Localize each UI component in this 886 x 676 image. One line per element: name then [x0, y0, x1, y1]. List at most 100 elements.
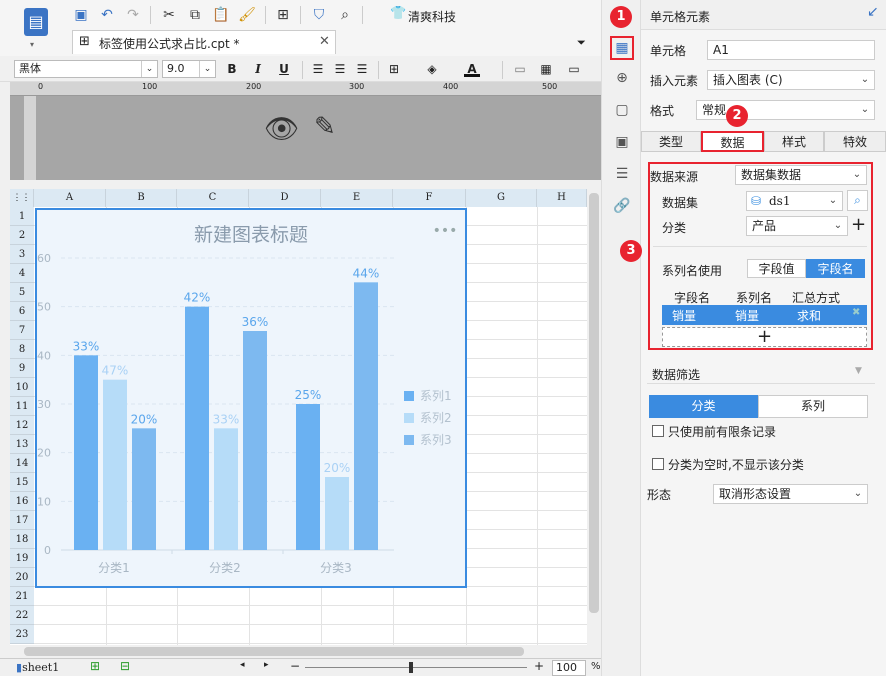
category-select[interactable]: 产品 ⌄	[746, 216, 848, 236]
column-header[interactable]: B	[106, 189, 177, 207]
zoom-in-icon[interactable]: +	[534, 659, 544, 673]
series-field-name-option[interactable]: 字段名	[806, 259, 865, 278]
row-header[interactable]: 1	[10, 207, 34, 226]
cell-input[interactable]: A1	[707, 40, 875, 60]
tab-style[interactable]: 样式	[764, 131, 824, 152]
search-icon[interactable]: ⌕	[847, 190, 868, 211]
redo-icon[interactable]: ↷	[124, 6, 142, 24]
row-header[interactable]: 11	[10, 397, 34, 416]
align-center-icon[interactable]: ☰	[332, 61, 348, 77]
tab-type[interactable]: 类型	[641, 131, 701, 152]
style-icon[interactable]: ▢	[612, 100, 632, 120]
column-header[interactable]: D	[249, 189, 321, 207]
column-header[interactable]: E	[321, 189, 393, 207]
column-header[interactable]: G	[466, 189, 537, 207]
company-label[interactable]: 清爽科技	[408, 8, 456, 25]
format-painter-icon[interactable]: 🖌	[238, 6, 256, 24]
border-icon[interactable]: ⊞	[386, 61, 402, 77]
column-header[interactable]: C	[177, 189, 249, 207]
sheet-tab[interactable]: ▮sheet1	[16, 661, 59, 674]
close-icon[interactable]: ✕	[319, 34, 330, 49]
vertical-scrollbar[interactable]	[587, 189, 601, 645]
add-category-icon[interactable]: +	[851, 214, 866, 235]
scroll-left-icon[interactable]: ◂	[240, 660, 245, 670]
tab-list-icon[interactable]: ⏷	[577, 36, 586, 50]
save-icon[interactable]: ▣	[72, 6, 90, 24]
zoom-slider-handle[interactable]	[409, 662, 413, 673]
table-row[interactable]: 销量 销量 求和 ✖	[662, 305, 867, 325]
logo-dropdown-icon[interactable]: ▾	[30, 40, 34, 49]
row-header[interactable]: 20	[10, 568, 34, 587]
dataset-select[interactable]: ⛁ ds1 ⌄	[746, 191, 843, 211]
zoom-slider[interactable]	[305, 662, 527, 673]
scroll-right-icon[interactable]: ▸	[264, 660, 269, 670]
filter-header[interactable]: 数据筛选 ▼	[647, 360, 875, 384]
hide-icon[interactable]: 👁	[264, 112, 300, 145]
row-header[interactable]: 7	[10, 321, 34, 340]
filter-category-tab[interactable]: 分类	[649, 395, 758, 418]
cut-icon[interactable]: ✂	[160, 6, 178, 24]
row-header[interactable]: 19	[10, 549, 34, 568]
column-header[interactable]: H	[537, 189, 587, 207]
unmerge-icon[interactable]: ▭	[566, 61, 582, 77]
row-header[interactable]: 9	[10, 359, 34, 378]
zoom-input[interactable]: 100	[552, 660, 586, 676]
row-header[interactable]: 13	[10, 435, 34, 454]
font-select[interactable]: 黑体 ⌄	[14, 60, 158, 78]
row-header[interactable]: 15	[10, 473, 34, 492]
row-header[interactable]: 17	[10, 511, 34, 530]
app-logo-icon[interactable]: ▤	[24, 8, 48, 36]
preview-icon[interactable]: ⊞	[274, 6, 292, 24]
condition-icon[interactable]: ☰	[612, 164, 632, 184]
row-header[interactable]: 3	[10, 245, 34, 264]
cell-attribute-icon[interactable]: ⊕	[612, 68, 632, 88]
cell-element-icon[interactable]: ▦	[610, 36, 634, 60]
add-sheet-icon[interactable]: ⊞	[90, 659, 100, 673]
scrollbar-thumb[interactable]	[24, 647, 524, 656]
merge-icon[interactable]: ▭	[512, 61, 528, 77]
hide-empty-checkbox[interactable]	[652, 458, 664, 470]
add-row-button[interactable]: +	[662, 327, 867, 347]
undo-icon[interactable]: ↶	[98, 6, 116, 24]
add-report-icon[interactable]: ⊟	[120, 659, 130, 673]
column-header[interactable]: A	[34, 189, 106, 207]
table-icon[interactable]: ▦	[538, 61, 554, 77]
series-field-value-option[interactable]: 字段值	[747, 259, 806, 278]
row-header[interactable]: 23	[10, 625, 34, 644]
copy-icon[interactable]: ⧉	[186, 6, 204, 24]
row-header[interactable]: 4	[10, 264, 34, 283]
paste-icon[interactable]: 📋	[212, 6, 230, 24]
collapse-icon[interactable]: ↙	[867, 4, 879, 20]
align-left-icon[interactable]: ☰	[310, 61, 326, 77]
format-select[interactable]: 常规 ⌄	[696, 100, 875, 120]
italic-button[interactable]: I	[250, 61, 266, 77]
row-header[interactable]: 22	[10, 606, 34, 625]
search-preview-icon[interactable]: ⌕	[336, 6, 354, 24]
row-header[interactable]: 18	[10, 530, 34, 549]
insert-select[interactable]: 插入图表 (C) ⌄	[707, 70, 875, 90]
fill-color-icon[interactable]: ◈	[424, 61, 440, 77]
source-select[interactable]: 数据集数据 ⌄	[735, 165, 867, 185]
font-size-select[interactable]: 9.0 ⌄	[162, 60, 216, 78]
shirt-icon[interactable]: 👕	[390, 6, 406, 21]
row-header[interactable]: 8	[10, 340, 34, 359]
shield-icon[interactable]: ⛉	[310, 6, 328, 24]
row-header[interactable]: 5	[10, 283, 34, 302]
shape-select[interactable]: 取消形态设置 ⌄	[713, 484, 868, 504]
file-tab[interactable]: ⊞ 标签使用公式求占比.cpt * ✕	[72, 30, 336, 54]
row-header[interactable]: 16	[10, 492, 34, 511]
limit-records-checkbox[interactable]	[652, 425, 664, 437]
horizontal-scrollbar[interactable]	[10, 645, 587, 658]
hyperlink-icon[interactable]: 🔗	[612, 196, 632, 216]
column-header[interactable]: F	[393, 189, 466, 207]
filter-series-tab[interactable]: 系列	[758, 395, 868, 418]
tab-data[interactable]: 数据	[701, 131, 764, 152]
bold-button[interactable]: B	[224, 61, 240, 77]
row-header[interactable]: 6	[10, 302, 34, 321]
row-header[interactable]: 2	[10, 226, 34, 245]
zoom-out-icon[interactable]: −	[290, 659, 300, 673]
align-right-icon[interactable]: ☰	[354, 61, 370, 77]
edit-icon[interactable]: ✎	[314, 112, 336, 142]
row-header[interactable]: 10	[10, 378, 34, 397]
font-color-icon[interactable]: A	[464, 61, 480, 77]
